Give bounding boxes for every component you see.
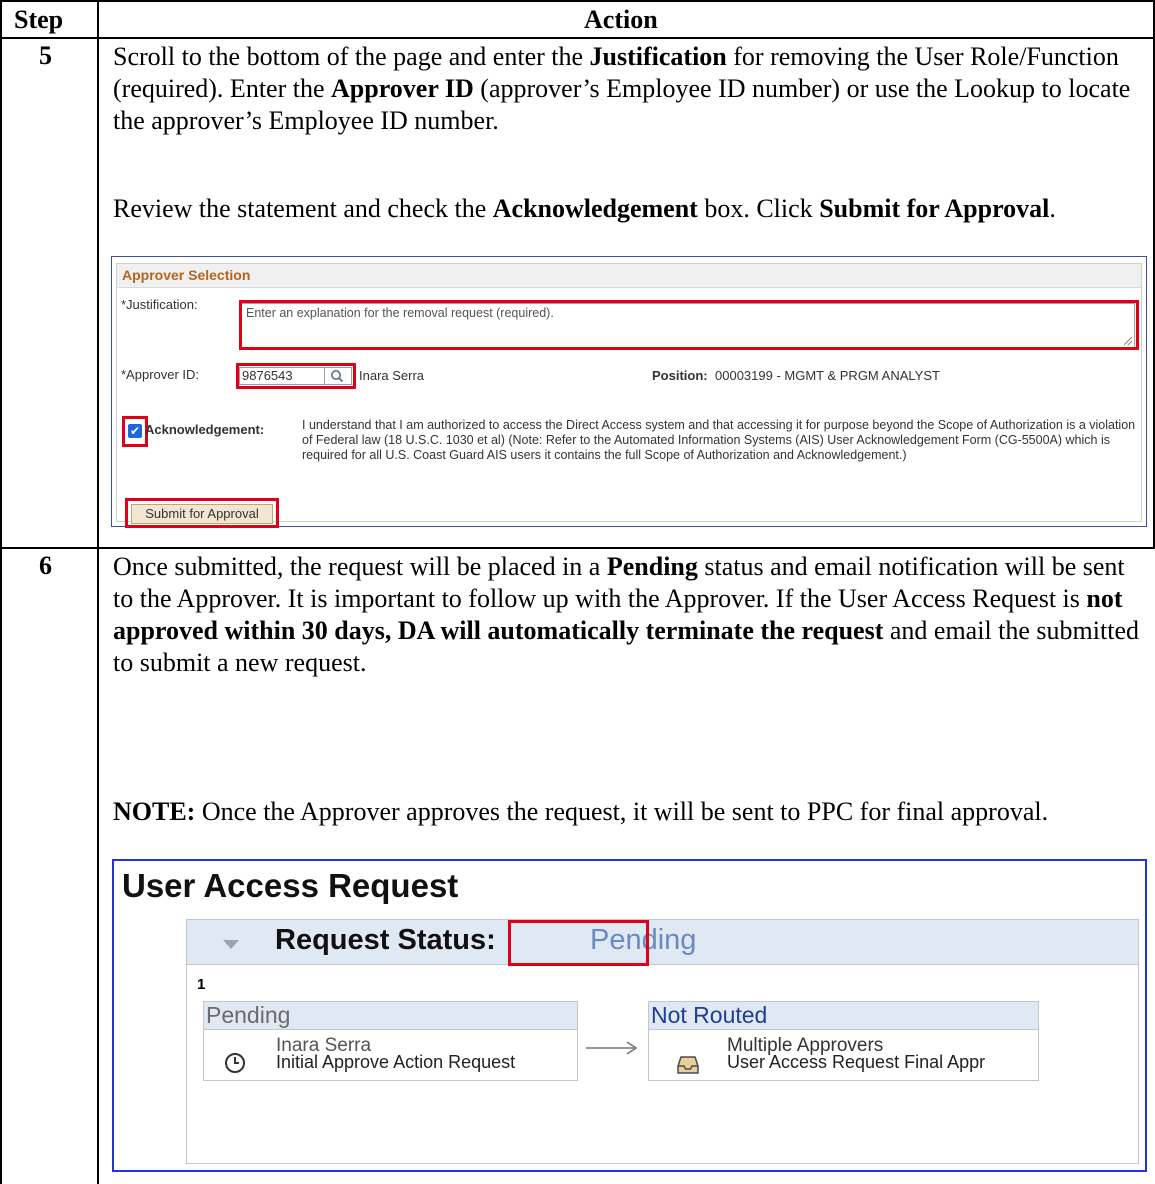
- bold-text-run: Submit for Approval: [819, 194, 1050, 223]
- panel-title: Approver Selection: [117, 264, 1141, 288]
- column-divider: [97, 0, 99, 1184]
- bold-text-run: NOTE:: [113, 797, 196, 826]
- position-value: 00003199 - MGMT & PRGM ANALYST: [715, 368, 940, 383]
- acknowledgement-statement: I understand that I am authorized to acc…: [302, 418, 1136, 462]
- header-bottom-border: [0, 37, 1155, 39]
- approver-selection-screenshot: Approver Selection *Justification: Enter…: [111, 256, 1147, 528]
- collapse-triangle-icon[interactable]: [223, 940, 239, 949]
- bold-text-run: Justification: [589, 42, 727, 71]
- text-run: Once submitted, the request will be plac…: [113, 552, 607, 581]
- pending-approver-card: Pending Inara Serra Initial Approve Acti…: [203, 1001, 578, 1081]
- request-status-section: Request Status: Pending 1 Pending Inara …: [186, 919, 1139, 1164]
- text-run: Review the statement and check the: [113, 194, 493, 223]
- not-routed-approver-card: Not Routed Multiple Approvers User Acces…: [648, 1001, 1039, 1081]
- approver-id-label: *Approver ID:: [121, 367, 200, 382]
- request-status-header[interactable]: Request Status: Pending: [187, 920, 1138, 966]
- step-6-number: 6: [39, 551, 52, 580]
- position-label: Position:: [652, 368, 708, 383]
- card-header-not-routed: Not Routed: [649, 1002, 1038, 1030]
- bold-text-run: Approver ID: [331, 74, 474, 103]
- step-5-instructions: Scroll to the bottom of the page and ent…: [113, 41, 1143, 137]
- table-left-border: [0, 0, 2, 1184]
- submit-highlight: [125, 498, 279, 528]
- bold-text-run: Pending: [606, 552, 698, 581]
- text-run: .: [1049, 194, 1056, 223]
- final-approval-action: User Access Request Final Appr: [727, 1052, 986, 1072]
- approver-selection-panel: Approver Selection *Justification: Enter…: [116, 263, 1142, 528]
- arrow-right-icon: [586, 1041, 638, 1055]
- table-top-border: [0, 0, 1155, 2]
- approval-path-number: 1: [197, 976, 206, 993]
- justification-label: *Justification:: [121, 297, 198, 312]
- text-run: box. Click: [697, 194, 820, 223]
- request-status-label: Request Status:: [275, 924, 496, 956]
- justification-highlight: [239, 300, 1139, 350]
- bold-text-run: Acknowledgement: [492, 194, 698, 223]
- step-6-instructions: Once submitted, the request will be plac…: [113, 551, 1143, 679]
- inbox-tray-icon: [677, 1056, 699, 1074]
- approver-name: Inara Serra: [359, 368, 425, 383]
- text-run: Scroll to the bottom of the page and ent…: [113, 42, 590, 71]
- user-access-request-screenshot: User Access Request Request Status: Pend…: [112, 859, 1147, 1172]
- page-title: User Access Request: [122, 867, 459, 904]
- card-header-pending: Pending: [204, 1002, 577, 1030]
- acknowledgement-label: Acknowledgement:: [145, 422, 265, 437]
- step-column-header: Step: [14, 5, 64, 34]
- status-highlight: [508, 920, 649, 966]
- text-run: Once the Approver approves the request, …: [195, 797, 1049, 826]
- step-5-review-instructions: Review the statement and check the Ackno…: [113, 193, 1143, 225]
- approver-id-highlight: [236, 363, 356, 389]
- clock-icon: [225, 1053, 245, 1073]
- approval-action: Initial Approve Action Request: [276, 1052, 516, 1072]
- step-5-number: 5: [39, 41, 52, 70]
- action-column-header: Action: [584, 5, 658, 34]
- step-6-note: NOTE: Once the Approver approves the req…: [113, 796, 1143, 828]
- row5-bottom-border: [0, 547, 1155, 549]
